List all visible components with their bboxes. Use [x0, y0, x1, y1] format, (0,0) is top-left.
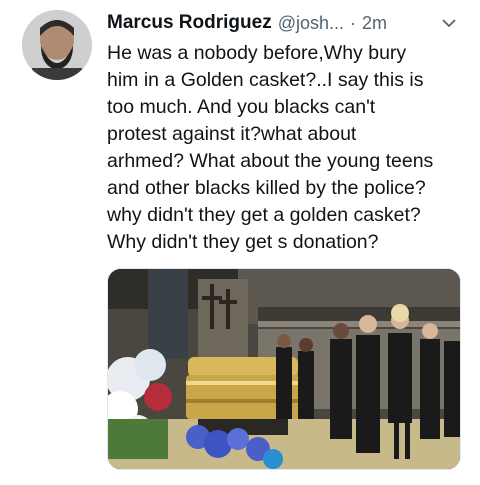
tweet-media[interactable]: [107, 268, 461, 470]
tweet-timestamp[interactable]: 2m: [362, 13, 387, 34]
more-options-button[interactable]: [438, 12, 460, 34]
funeral-photo-icon: [108, 269, 460, 469]
tweet-text: He was a nobody before,Why bury him in a…: [107, 42, 434, 253]
tweet-actions-bar: [107, 478, 459, 485]
avatar-photo-icon: [22, 10, 92, 80]
tweet[interactable]: Marcus Rodriguez @josh... · 2m He was a …: [0, 0, 480, 485]
author-avatar[interactable]: [22, 10, 92, 80]
tweet-header: Marcus Rodriguez @josh... · 2m: [107, 8, 466, 38]
author-handle[interactable]: @josh...: [278, 13, 344, 34]
chevron-down-icon: [442, 19, 456, 28]
header-separator: ·: [350, 12, 356, 33]
author-display-name[interactable]: Marcus Rodriguez: [107, 12, 272, 34]
